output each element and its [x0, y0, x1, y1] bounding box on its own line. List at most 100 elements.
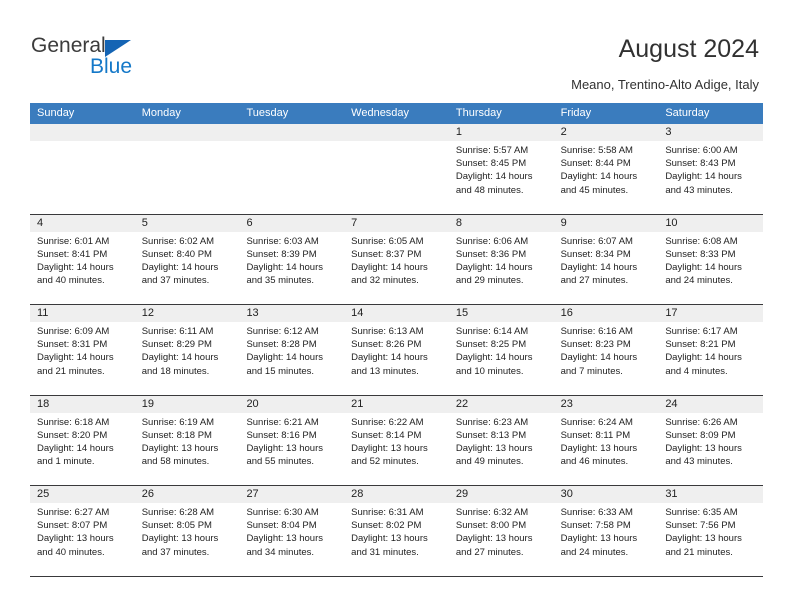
calendar-day-cell[interactable]: 21 Sunrise: 6:22 AM Sunset: 8:14 PM Dayligh…: [344, 395, 449, 485]
sunset-text: Sunset: 8:13 PM: [455, 429, 527, 441]
day-sun-info: Sunrise: 6:19 AM Sunset: 8:18 PM Daylight:…: [135, 413, 240, 469]
day-sun-info: Sunrise: 6:26 AM Sunset: 8:09 PM Daylight:…: [658, 413, 763, 469]
calendar-day-cell[interactable]: 27 Sunrise: 6:30 AM Sunset: 8:04 PM Dayligh…: [239, 486, 345, 576]
calendar-day-cell[interactable]: 3 Sunrise: 6:00 AM Sunset: 8:43 PM Daylight…: [658, 124, 764, 214]
weekday-header-sunday: Sunday: [37, 107, 75, 119]
calendar-day-cell[interactable]: 1 Sunrise: 5:57 AM Sunset: 8:45 PM Daylight…: [448, 124, 554, 214]
calendar-day-cell[interactable]: 10 Sunrise: 6:08 AM Sunset: 8:33 PM Dayligh…: [658, 214, 764, 304]
calendar-day-cell[interactable]: 11 Sunrise: 6:09 AM Sunset: 8:31 PM Dayligh…: [30, 305, 135, 395]
daylight-text: Daylight: 14 hours and 13 minutes.: [351, 352, 428, 377]
day-sun-info: Sunrise: 6:18 AM Sunset: 8:20 PM Daylight:…: [30, 413, 135, 469]
sunrise-text: Sunrise: 6:08 AM: [665, 235, 738, 247]
daylight-text: Daylight: 14 hours and 29 minutes.: [455, 261, 533, 287]
daylight-text: Daylight: 13 hours and 40 minutes.: [37, 533, 114, 558]
calendar-day-cell-empty: [30, 124, 135, 214]
calendar-weeks: 1 Sunrise: 5:57 AM Sunset: 8:45 PM Daylight…: [30, 124, 764, 577]
daylight-text: Daylight: 14 hours and 27 minutes.: [560, 261, 638, 287]
calendar-day-cell[interactable]: 19 Sunrise: 6:19 AM Sunset: 8:18 PM Dayligh…: [134, 395, 240, 485]
calendar-day-cell[interactable]: 15 Sunrise: 6:14 AM Sunset: 8:25 PM Dayligh…: [448, 305, 554, 395]
day-number: 12: [134, 305, 240, 322]
calendar-week-row: 11 Sunrise: 6:09 AM Sunset: 8:31 PM Dayligh…: [30, 305, 764, 396]
calendar-day-cell[interactable]: 6 Sunrise: 6:03 AM Sunset: 8:39 PM Daylight…: [239, 214, 345, 304]
sunrise-text: Sunrise: 6:01 AM: [37, 235, 110, 247]
daylight-text: Daylight: 14 hours and 32 minutes.: [351, 261, 428, 287]
day-sun-info: Sunrise: 6:33 AM Sunset: 7:58 PM Daylight:…: [554, 503, 659, 559]
day-sun-info: Sunrise: 6:22 AM Sunset: 8:14 PM Daylight:…: [344, 413, 449, 469]
weekday-header-wednesday: Wednesday: [351, 107, 410, 119]
calendar-page: General Blue August 2024 Meano, Trentino…: [0, 0, 792, 612]
sunrise-text: Sunrise: 5:57 AM: [455, 145, 529, 156]
calendar-day-cell[interactable]: 8 Sunrise: 6:06 AM Sunset: 8:36 PM Daylight…: [448, 214, 554, 304]
calendar-day-cell[interactable]: 12 Sunrise: 6:11 AM Sunset: 8:29 PM Dayligh…: [134, 305, 240, 395]
day-sun-info: Sunrise: 6:16 AM Sunset: 8:23 PM Daylight:…: [554, 322, 659, 378]
calendar-day-cell[interactable]: 13 Sunrise: 6:12 AM Sunset: 8:28 PM Dayligh…: [239, 305, 345, 395]
day-number: 17: [658, 305, 764, 322]
calendar-day-cell[interactable]: 18 Sunrise: 6:18 AM Sunset: 8:20 PM Dayligh…: [30, 395, 135, 485]
sunrise-text: Sunrise: 6:12 AM: [246, 326, 319, 337]
day-number: [344, 124, 449, 141]
calendar-day-cell[interactable]: 2 Sunrise: 5:58 AM Sunset: 8:44 PM Daylight…: [553, 124, 659, 214]
weekday-header-thursday: Thursday: [455, 107, 502, 119]
day-sun-info: Sunrise: 6:21 AM Sunset: 8:16 PM Daylight:…: [239, 413, 344, 469]
calendar-day-cell[interactable]: 29 Sunrise: 6:32 AM Sunset: 8:00 PM Dayligh…: [448, 486, 554, 576]
sunrise-text: Sunrise: 6:03 AM: [246, 235, 319, 247]
calendar-day-cell[interactable]: 14 Sunrise: 6:13 AM Sunset: 8:26 PM Dayligh…: [344, 305, 449, 395]
calendar-day-cell[interactable]: 28 Sunrise: 6:31 AM Sunset: 8:02 PM Dayligh…: [344, 486, 449, 576]
sunrise-text: Sunrise: 6:22 AM: [351, 416, 424, 428]
day-number: 28: [344, 486, 449, 503]
day-number: 3: [658, 124, 764, 141]
sunrise-text: Sunrise: 6:02 AM: [141, 235, 215, 247]
sunrise-text: Sunrise: 6:09 AM: [37, 326, 110, 337]
calendar-day-cell[interactable]: 31 Sunrise: 6:35 AM Sunset: 7:56 PM Dayligh…: [658, 486, 764, 576]
weekday-header-row: Sunday Monday Tuesday Wednesday Thursday Frid…: [30, 103, 763, 124]
sunset-text: Sunset: 8:11 PM: [560, 429, 631, 441]
calendar-day-cell[interactable]: 24 Sunrise: 6:26 AM Sunset: 8:09 PM Dayligh…: [658, 395, 764, 485]
calendar-week-row: 4 Sunrise: 6:01 AM Sunset: 8:41 PM Daylight…: [30, 214, 764, 305]
day-sun-info: Sunrise: 6:02 AM Sunset: 8:40 PM Daylight:…: [135, 232, 240, 288]
day-sun-info: Sunrise: 6:12 AM Sunset: 8:28 PM Daylight:…: [239, 322, 344, 378]
calendar-week-row: 1 Sunrise: 5:57 AM Sunset: 8:45 PM Daylight…: [30, 124, 764, 215]
day-number: 21: [344, 395, 449, 413]
day-number: 19: [134, 395, 240, 413]
day-number: [30, 124, 135, 141]
calendar-day-cell[interactable]: 26 Sunrise: 6:28 AM Sunset: 8:05 PM Dayligh…: [134, 486, 240, 576]
sunset-text: Sunset: 8:29 PM: [141, 339, 212, 351]
day-number: 11: [30, 305, 135, 322]
calendar-day-cell[interactable]: 25 Sunrise: 6:27 AM Sunset: 8:07 PM Dayligh…: [30, 486, 135, 576]
sunset-text: Sunset: 8:43 PM: [665, 158, 736, 170]
day-number: 23: [553, 395, 659, 413]
daylight-text: Daylight: 14 hours and 1 minute.: [37, 442, 114, 468]
calendar-grid: Sunday Monday Tuesday Wednesday Thursday Frid…: [30, 103, 764, 577]
calendar-day-cell[interactable]: 22 Sunrise: 6:23 AM Sunset: 8:13 PM Dayligh…: [448, 395, 554, 485]
daylight-text: Daylight: 14 hours and 4 minutes.: [665, 352, 742, 377]
sunrise-text: Sunrise: 5:58 AM: [560, 145, 633, 156]
day-number: [239, 124, 345, 141]
calendar-day-cell[interactable]: 30 Sunrise: 6:33 AM Sunset: 7:58 PM Dayligh…: [553, 486, 659, 576]
day-sun-info: Sunrise: 6:23 AM Sunset: 8:13 PM Daylight:…: [449, 413, 554, 469]
calendar-day-cell[interactable]: 17 Sunrise: 6:17 AM Sunset: 8:21 PM Dayligh…: [658, 305, 764, 395]
sunset-text: Sunset: 8:16 PM: [246, 429, 317, 441]
page-subtitle: Meano, Trentino-Alto Adige, Italy: [571, 77, 759, 92]
day-sun-info: Sunrise: 6:09 AM Sunset: 8:31 PM Daylight:…: [30, 322, 135, 378]
calendar-day-cell[interactable]: 9 Sunrise: 6:07 AM Sunset: 8:34 PM Daylight…: [553, 214, 659, 304]
calendar-day-cell[interactable]: 23 Sunrise: 6:24 AM Sunset: 8:11 PM Dayligh…: [553, 395, 659, 485]
calendar-day-cell[interactable]: 5 Sunrise: 6:02 AM Sunset: 8:40 PM Daylight…: [134, 214, 240, 304]
sunrise-text: Sunrise: 6:23 AM: [455, 416, 529, 428]
calendar-day-cell[interactable]: 16 Sunrise: 6:16 AM Sunset: 8:23 PM Dayligh…: [553, 305, 659, 395]
calendar-day-cell[interactable]: 4 Sunrise: 6:01 AM Sunset: 8:41 PM Daylight…: [30, 214, 135, 304]
sunset-text: Sunset: 8:09 PM: [665, 429, 736, 441]
day-number: 16: [553, 305, 659, 322]
sunset-text: Sunset: 8:20 PM: [37, 429, 108, 441]
daylight-text: Daylight: 13 hours and 52 minutes.: [351, 442, 428, 468]
sunset-text: Sunset: 8:45 PM: [455, 158, 527, 170]
day-sun-info: Sunrise: 6:06 AM Sunset: 8:36 PM Daylight:…: [449, 232, 554, 288]
sunrise-text: Sunrise: 6:14 AM: [455, 326, 529, 337]
sunset-text: Sunset: 8:02 PM: [351, 520, 422, 532]
calendar-day-cell[interactable]: 20 Sunrise: 6:21 AM Sunset: 8:16 PM Dayligh…: [239, 395, 345, 485]
day-number: 25: [30, 486, 135, 503]
calendar-day-cell[interactable]: 7 Sunrise: 6:05 AM Sunset: 8:37 PM Daylight…: [344, 214, 449, 304]
day-sun-info: Sunrise: 6:30 AM Sunset: 8:04 PM Daylight:…: [239, 503, 344, 559]
day-sun-info: Sunrise: 6:17 AM Sunset: 8:21 PM Daylight:…: [658, 322, 763, 378]
sunset-text: Sunset: 8:21 PM: [665, 339, 736, 351]
brand-logo[interactable]: General Blue: [31, 34, 231, 84]
